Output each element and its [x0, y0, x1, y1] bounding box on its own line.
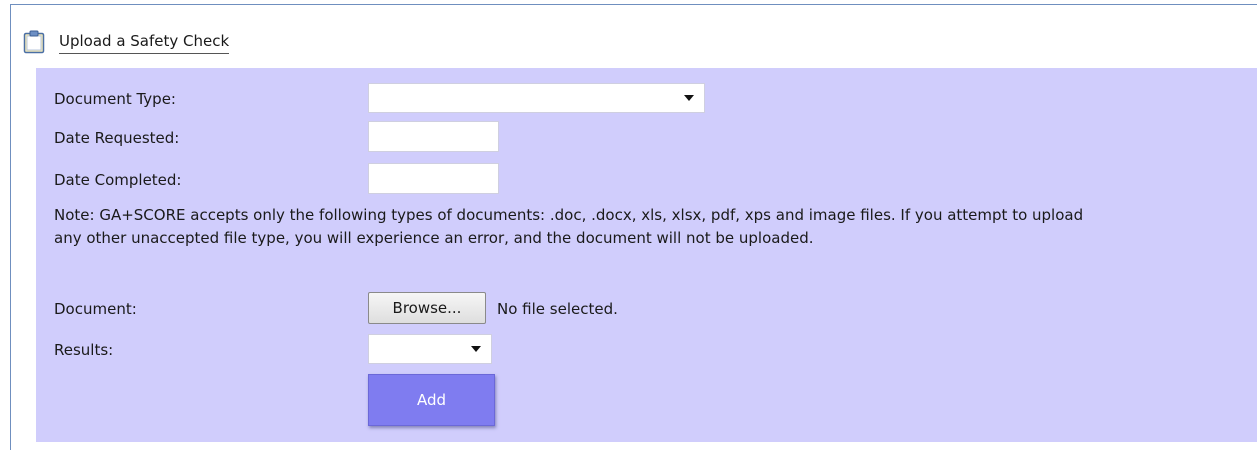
date-completed-label: Date Completed:	[54, 171, 182, 189]
browse-button[interactable]: Browse...	[368, 292, 486, 324]
dropdown-arrow-icon	[684, 95, 694, 101]
date-completed-input[interactable]	[368, 163, 499, 194]
document-type-select[interactable]	[368, 83, 705, 113]
upload-form-panel	[36, 68, 1257, 442]
add-button[interactable]: Add	[368, 374, 495, 426]
section-title[interactable]: Upload a Safety Check	[59, 32, 230, 54]
file-type-note: Note: GA+SCORE accepts only the followin…	[54, 206, 1084, 247]
section-header: Upload a Safety Check	[23, 27, 230, 57]
date-requested-label: Date Requested:	[54, 129, 180, 147]
document-type-label: Document Type:	[54, 90, 176, 108]
clipboard-icon	[23, 30, 45, 54]
document-label: Document:	[54, 300, 137, 318]
results-select[interactable]	[368, 334, 492, 364]
dropdown-arrow-icon	[471, 346, 481, 352]
file-status-text: No file selected.	[497, 300, 618, 318]
date-requested-input[interactable]	[368, 121, 499, 152]
results-label: Results:	[54, 341, 114, 359]
